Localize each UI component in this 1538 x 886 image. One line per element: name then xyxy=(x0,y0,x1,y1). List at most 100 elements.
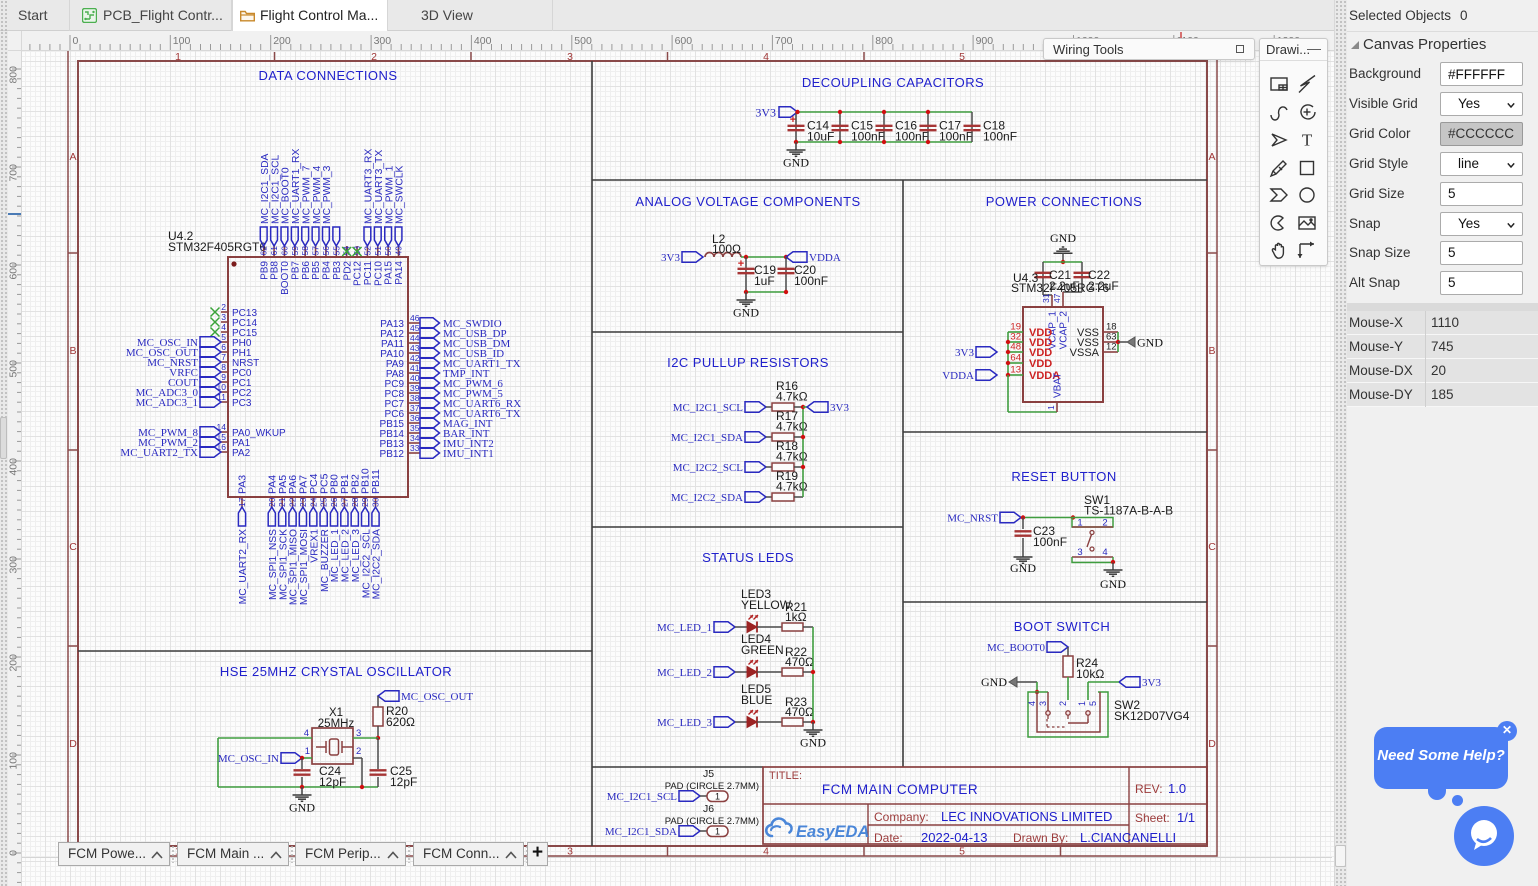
svg-text:200: 200 xyxy=(273,35,291,47)
svg-text:A: A xyxy=(1208,151,1215,163)
svg-text:MC_I2C1_SDA: MC_I2C1_SDA xyxy=(671,432,743,444)
svg-text:100nF: 100nF xyxy=(939,130,973,144)
svg-text:GND: GND xyxy=(783,155,809,169)
svg-text:VSSA: VSSA xyxy=(1070,347,1100,359)
svg-text:PB9: PB9 xyxy=(259,261,270,280)
svg-text:LEC INNOVATIONS LIMITED: LEC INNOVATIONS LIMITED xyxy=(941,809,1112,824)
svg-text:5: 5 xyxy=(959,51,965,63)
svg-text:MC_SPI1_NSS: MC_SPI1_NSS xyxy=(268,529,279,600)
svg-text:MC_I2C1_SCL: MC_I2C1_SCL xyxy=(270,154,281,224)
svg-text:1/1: 1/1 xyxy=(1177,810,1195,825)
svg-text:47: 47 xyxy=(1052,293,1062,303)
svg-text:0: 0 xyxy=(73,35,79,47)
svg-text:2: 2 xyxy=(371,51,377,63)
svg-text:VBAT: VBAT xyxy=(1053,373,1064,398)
svg-text:PA3: PA3 xyxy=(237,475,249,494)
svg-text:100nF: 100nF xyxy=(1033,535,1067,549)
svg-text:100nF: 100nF xyxy=(794,274,828,288)
svg-text:MC_PWM_7: MC_PWM_7 xyxy=(301,165,312,224)
svg-text:MC_I2C2_SCL: MC_I2C2_SCL xyxy=(673,462,744,474)
svg-text:MC_LED_1: MC_LED_1 xyxy=(657,622,712,634)
svg-text:MC_LED_2: MC_LED_2 xyxy=(341,529,352,582)
svg-text:MC_PWM_4: MC_PWM_4 xyxy=(312,165,323,224)
svg-text:L.CIANCANELLI: L.CIANCANELLI xyxy=(1080,830,1176,845)
svg-text:MC_SPI1_MISO: MC_SPI1_MISO xyxy=(289,529,300,605)
svg-text:46: 46 xyxy=(410,313,420,323)
svg-text:PD2: PD2 xyxy=(342,261,353,281)
svg-text:BLUE: BLUE xyxy=(741,693,772,707)
svg-text:Sheet:: Sheet: xyxy=(1135,811,1170,825)
svg-text:100nF: 100nF xyxy=(851,130,885,144)
svg-text:MC_UART3_TX: MC_UART3_TX xyxy=(374,150,385,224)
svg-text:PB11: PB11 xyxy=(370,469,382,494)
svg-text:MC_I2C1_SDA: MC_I2C1_SDA xyxy=(605,826,677,838)
svg-text:1: 1 xyxy=(305,746,310,757)
svg-text:BOOT SWITCH: BOOT SWITCH xyxy=(1014,619,1110,634)
svg-text:3: 3 xyxy=(567,51,573,63)
svg-text:EasyEDA: EasyEDA xyxy=(796,823,869,841)
svg-text:MC_PWM_1: MC_PWM_1 xyxy=(384,165,395,224)
svg-text:VDDA: VDDA xyxy=(942,370,974,382)
svg-text:700: 700 xyxy=(775,35,793,47)
svg-text:3: 3 xyxy=(567,846,573,858)
svg-text:MC_LED_3: MC_LED_3 xyxy=(657,717,713,729)
svg-text:Company:: Company: xyxy=(874,810,929,824)
svg-text:GND: GND xyxy=(733,305,759,319)
svg-text:REV:: REV: xyxy=(1135,782,1163,796)
svg-text:STATUS LEDS: STATUS LEDS xyxy=(702,550,794,565)
svg-text:GND: GND xyxy=(1010,561,1036,575)
svg-text:3: 3 xyxy=(1038,701,1048,706)
svg-text:4.7kΩ: 4.7kΩ xyxy=(776,390,808,404)
svg-text:25: 25 xyxy=(319,497,329,507)
svg-text:44: 44 xyxy=(410,333,420,343)
svg-text:470Ω: 470Ω xyxy=(785,655,814,669)
svg-text:42: 42 xyxy=(410,353,420,363)
svg-text:MC_PWM_3: MC_PWM_3 xyxy=(322,165,333,224)
svg-text:12pF: 12pF xyxy=(390,775,417,789)
svg-text:9: 9 xyxy=(221,372,226,382)
svg-text:PB7: PB7 xyxy=(290,261,301,280)
svg-text:3V3: 3V3 xyxy=(830,402,849,414)
svg-text:1.0: 1.0 xyxy=(1168,781,1186,796)
svg-text:PB3: PB3 xyxy=(332,261,343,280)
svg-text:100nF: 100nF xyxy=(983,130,1017,144)
svg-text:5: 5 xyxy=(1088,701,1098,706)
svg-text:2: 2 xyxy=(1058,701,1068,706)
svg-text:MC_LED_1: MC_LED_1 xyxy=(330,529,341,582)
svg-text:HSE 25MHZ CRYSTAL OSCILLATOR: HSE 25MHZ CRYSTAL OSCILLATOR xyxy=(220,664,452,679)
svg-text:T: T xyxy=(1302,131,1313,150)
svg-text:C: C xyxy=(1208,541,1216,553)
svg-text:D: D xyxy=(1208,738,1216,750)
svg-text:4: 4 xyxy=(1102,547,1107,558)
svg-text:MC_BOOT0: MC_BOOT0 xyxy=(281,167,292,224)
svg-text:40: 40 xyxy=(410,373,420,383)
svg-text:4: 4 xyxy=(1027,701,1037,706)
svg-text:ANALOG VOLTAGE COMPONENTS: ANALOG VOLTAGE COMPONENTS xyxy=(635,194,860,209)
svg-text:3: 3 xyxy=(1077,547,1082,558)
svg-text:4: 4 xyxy=(763,51,769,63)
svg-text:BOOT0: BOOT0 xyxy=(280,261,291,295)
svg-text:MC_I2C1_SCL: MC_I2C1_SCL xyxy=(673,402,744,414)
svg-text:PA15: PA15 xyxy=(384,261,395,285)
svg-text:12pF: 12pF xyxy=(319,775,346,789)
svg-text:37: 37 xyxy=(410,403,420,413)
svg-text:7: 7 xyxy=(221,352,226,362)
svg-text:PA2: PA2 xyxy=(232,448,251,459)
svg-text:1: 1 xyxy=(715,827,720,837)
svg-text:GND: GND xyxy=(800,735,826,749)
svg-text:TITLE:: TITLE: xyxy=(769,770,802,782)
svg-text:A: A xyxy=(69,151,76,163)
svg-text:STM32F405RGT6: STM32F405RGT6 xyxy=(1011,281,1109,295)
svg-text:MC_SPI1_MOSI: MC_SPI1_MOSI xyxy=(299,529,310,605)
svg-text:12: 12 xyxy=(1106,342,1117,353)
svg-text:3V3: 3V3 xyxy=(661,252,680,264)
svg-text:MC_UART1_RX: MC_UART1_RX xyxy=(291,149,302,224)
svg-text:3: 3 xyxy=(221,312,226,322)
svg-text:POWER CONNECTIONS: POWER CONNECTIONS xyxy=(986,194,1142,209)
svg-text:30: 30 xyxy=(371,497,381,507)
svg-text:400: 400 xyxy=(474,35,492,47)
svg-text:34: 34 xyxy=(410,433,420,443)
svg-text:41: 41 xyxy=(410,363,420,373)
svg-text:MC_SPI1_SCK: MC_SPI1_SCK xyxy=(278,529,289,600)
svg-text:PA14: PA14 xyxy=(394,261,405,285)
